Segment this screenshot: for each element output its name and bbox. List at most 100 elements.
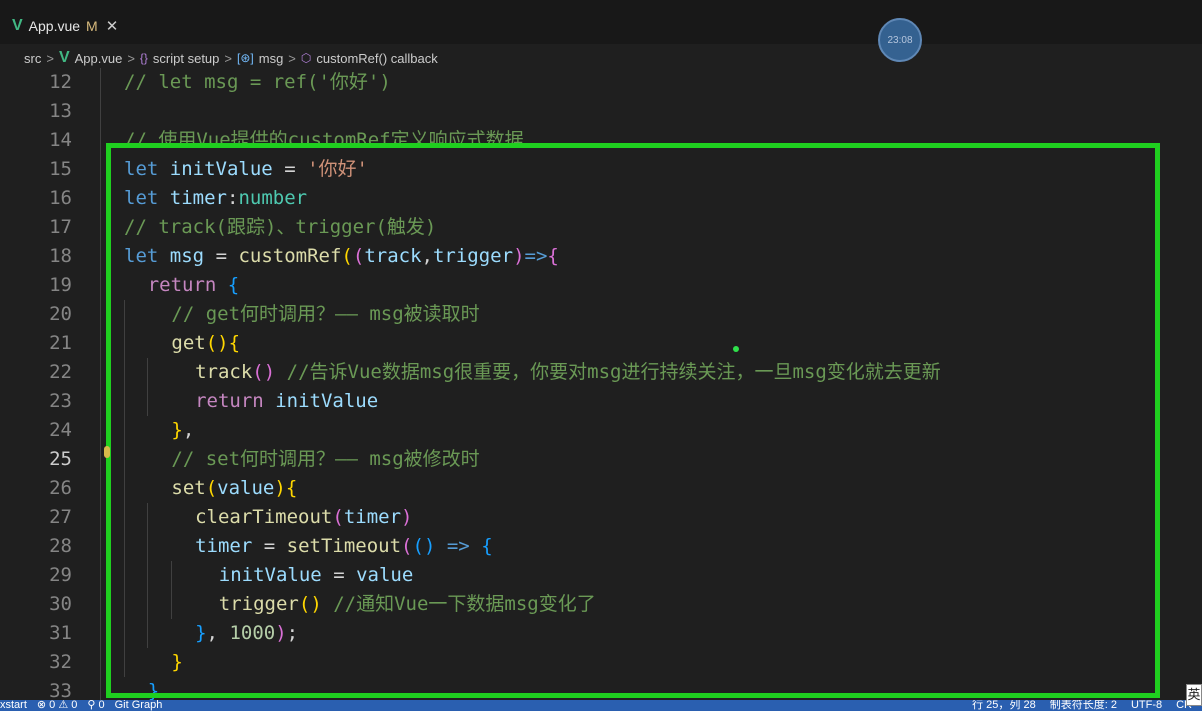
- code-line[interactable]: 28 timer = setTimeout(() => {: [0, 532, 1202, 561]
- code-line[interactable]: 20 // get何时调用？—— msg被读取时: [0, 300, 1202, 329]
- indent-guide: [100, 126, 101, 155]
- line-number: 28: [49, 535, 72, 557]
- status-git-graph[interactable]: Git Graph: [115, 700, 163, 711]
- indent-guide: [100, 155, 101, 184]
- status-encoding[interactable]: UTF-8: [1131, 700, 1162, 711]
- line-number: 24: [49, 419, 72, 441]
- indent-guide: [147, 532, 149, 561]
- line-number: 20: [49, 303, 72, 325]
- code-text: // let msg = ref('你好'): [124, 71, 391, 93]
- line-number: 13: [49, 100, 72, 122]
- code-text: let msg = customRef((track,trigger)=>{: [124, 245, 559, 267]
- code-text: },: [171, 419, 195, 441]
- indent-guide: [100, 271, 101, 300]
- variable-icon: [⊛]: [237, 51, 254, 65]
- indent-guide: [100, 329, 101, 358]
- code-text: let timer:number: [124, 187, 308, 209]
- tab-label: App.vue: [28, 18, 81, 34]
- indent-guide: [147, 503, 149, 532]
- indent-guide: [147, 387, 149, 416]
- line-number: 29: [49, 564, 72, 586]
- code-line[interactable]: 21 get(){: [0, 329, 1202, 358]
- indent-guide: [123, 561, 125, 590]
- line-number: 16: [49, 187, 72, 209]
- line-number: 19: [49, 274, 72, 296]
- indent-guide: [123, 474, 125, 503]
- code-text: track() //告诉Vue数据msg很重要，你要对msg进行持续关注，一旦m…: [195, 361, 941, 383]
- code-line[interactable]: 12 // let msg = ref('你好'): [0, 68, 1202, 97]
- code-line[interactable]: 25 // set何时调用？—— msg被修改时: [0, 445, 1202, 474]
- indent-guide: [100, 387, 101, 416]
- code-line[interactable]: 13: [0, 97, 1202, 126]
- code-line[interactable]: 17 // track(跟踪)、trigger(触发): [0, 213, 1202, 242]
- status-branch[interactable]: xstart: [0, 700, 27, 711]
- indent-guide: [147, 561, 149, 590]
- code-line[interactable]: 15 let initValue = '你好': [0, 155, 1202, 184]
- code-text: initValue = value: [218, 564, 414, 586]
- code-text: clearTimeout(timer): [195, 506, 413, 528]
- code-line[interactable]: 16 let timer:number: [0, 184, 1202, 213]
- code-line[interactable]: 26 set(value){: [0, 474, 1202, 503]
- code-line[interactable]: 29 initValue = value: [0, 561, 1202, 590]
- code-text: timer = setTimeout(() => {: [195, 535, 493, 557]
- indent-guide: [123, 648, 125, 677]
- ime-indicator[interactable]: 英: [1186, 684, 1202, 706]
- code-line[interactable]: 32}: [0, 648, 1202, 677]
- indent-guide: [147, 358, 149, 387]
- indent-guide: [123, 387, 125, 416]
- lightbulb-icon[interactable]: [104, 446, 110, 458]
- braces-icon: {}: [139, 51, 148, 65]
- breadcrumb: src > V App.vue > {} script setup > [⊛] …: [24, 48, 438, 68]
- line-number: 33: [49, 680, 72, 700]
- cube-icon: ⬡: [300, 51, 312, 65]
- close-icon[interactable]: ✕: [106, 17, 119, 35]
- line-number: 15: [49, 158, 72, 180]
- indent-guide: [100, 532, 101, 561]
- code-text: let initValue = '你好': [124, 158, 368, 180]
- line-number: 26: [49, 477, 72, 499]
- code-text: }: [147, 680, 160, 700]
- line-number: 17: [49, 216, 72, 238]
- breadcrumb-item-script-setup[interactable]: script setup: [153, 51, 219, 66]
- code-line[interactable]: 14 // 使用Vue提供的customRef定义响应式数据: [0, 126, 1202, 155]
- indent-guide: [147, 619, 149, 648]
- line-number: 25: [49, 448, 72, 470]
- code-text: }: [171, 651, 183, 673]
- breadcrumb-item-file[interactable]: App.vue: [75, 51, 123, 66]
- line-number: 21: [49, 332, 72, 354]
- mouse-pointer-dot: [733, 346, 739, 352]
- indent-guide: [100, 445, 101, 474]
- code-text: return initValue: [195, 390, 379, 412]
- breadcrumb-separator: >: [224, 50, 232, 66]
- status-problems[interactable]: ⊗ 0 ⚠ 0: [37, 700, 77, 711]
- code-line[interactable]: 18 let msg = customRef((track,trigger)=>{: [0, 242, 1202, 271]
- line-number: 12: [49, 71, 72, 93]
- breadcrumb-item-callback[interactable]: customRef() callback: [316, 51, 437, 66]
- vue-icon: V: [58, 49, 70, 66]
- indent-guide: [123, 329, 125, 358]
- code-line[interactable]: 22 track() //告诉Vue数据msg很重要，你要对msg进行持续关注，一…: [0, 358, 1202, 387]
- breadcrumb-separator: >: [127, 50, 135, 66]
- indent-guide: [123, 503, 125, 532]
- status-cursor-position[interactable]: 行 25，列 28: [972, 700, 1036, 711]
- status-indentation[interactable]: 制表符长度: 2: [1050, 700, 1117, 711]
- breadcrumb-item-msg[interactable]: msg: [259, 51, 284, 66]
- code-line[interactable]: 19 return {: [0, 271, 1202, 300]
- code-line[interactable]: 23 return initValue: [0, 387, 1202, 416]
- breadcrumb-separator: >: [288, 50, 296, 66]
- breadcrumb-item-src[interactable]: src: [24, 51, 41, 66]
- code-text: set(value){: [171, 477, 298, 499]
- status-ports[interactable]: ⚲ 0: [87, 700, 104, 711]
- line-number: 23: [49, 390, 72, 412]
- indent-guide: [147, 590, 149, 619]
- code-text: // 使用Vue提供的customRef定义响应式数据: [124, 129, 524, 151]
- code-line[interactable]: 24},: [0, 416, 1202, 445]
- code-line[interactable]: 30 trigger() //通知Vue一下数据msg变化了: [0, 590, 1202, 619]
- code-line[interactable]: 27 clearTimeout(timer): [0, 503, 1202, 532]
- line-number: 31: [49, 622, 72, 644]
- tab-app-vue[interactable]: V App.vue M ✕: [12, 8, 118, 44]
- code-editor[interactable]: 12 // let msg = ref('你好') 13 14 // 使用Vue提供的c…: [0, 66, 1202, 700]
- code-line[interactable]: 31}, 1000);: [0, 619, 1202, 648]
- indent-guide: [100, 242, 101, 271]
- code-line[interactable]: 33}: [0, 677, 1202, 700]
